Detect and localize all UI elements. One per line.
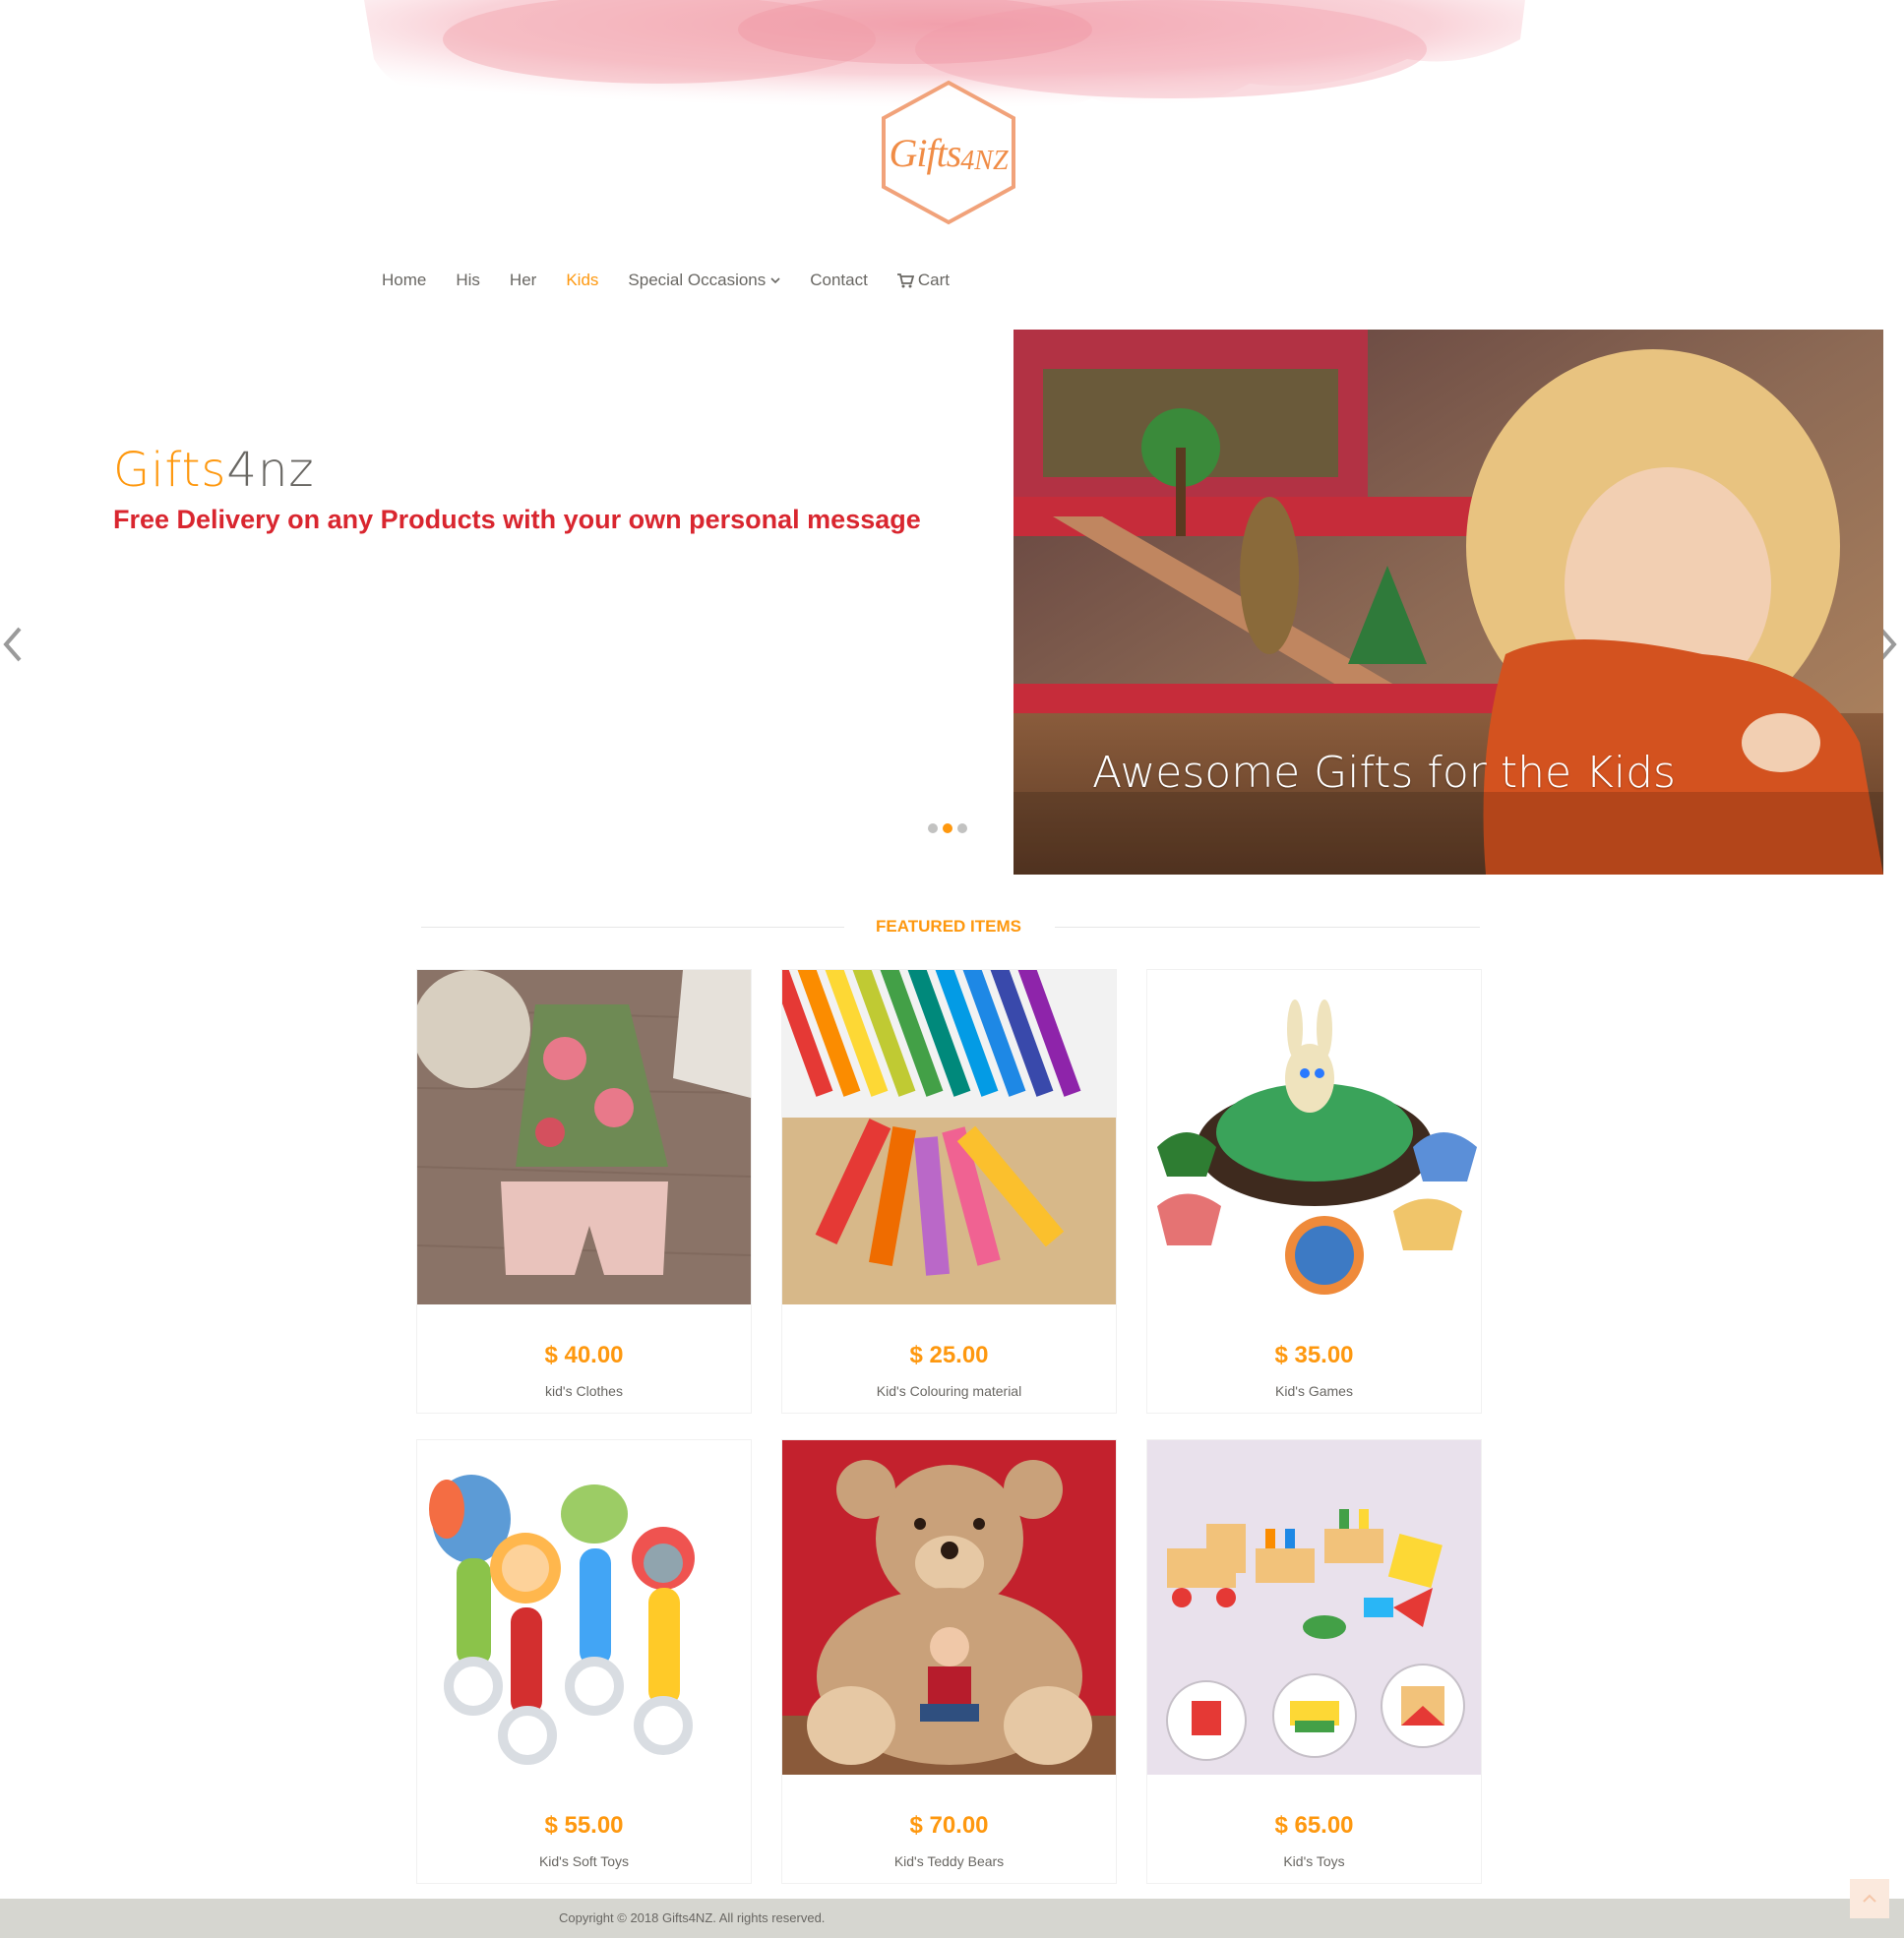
page: Gifts 4NZ Home His Her Kids Special Occa… bbox=[0, 0, 1904, 1938]
slide-tagline: Free Delivery on any Products with your … bbox=[113, 505, 921, 534]
product-price: $ 55.00 bbox=[544, 1812, 624, 1839]
nav-her-label: Her bbox=[509, 271, 537, 289]
featured-divider-right bbox=[1055, 927, 1480, 928]
footer: Copyright © 2018 Gifts4NZ. All rights re… bbox=[0, 1899, 1904, 1938]
slider-dot-2[interactable] bbox=[943, 823, 952, 833]
product-card[interactable]: $ 65.00 Kid's Toys bbox=[1146, 1439, 1482, 1884]
product-info: $ 35.00 Kid's Games bbox=[1147, 1304, 1481, 1413]
nav-special-occasions-label: Special Occasions bbox=[628, 271, 767, 289]
product-card[interactable]: $ 55.00 Kid's Soft Toys bbox=[416, 1439, 752, 1884]
slider-dot-1[interactable] bbox=[928, 823, 938, 833]
brand-part-2: 4nz bbox=[226, 443, 315, 498]
slider-prev-arrow-icon[interactable] bbox=[0, 625, 26, 664]
logo-subtext: 4NZ bbox=[960, 146, 1009, 176]
product-price: $ 65.00 bbox=[1274, 1812, 1354, 1839]
nav-his[interactable]: His bbox=[456, 271, 480, 290]
product-image-kids-clothes bbox=[417, 970, 751, 1304]
scroll-to-top-button[interactable] bbox=[1850, 1879, 1889, 1918]
chevron-down-icon bbox=[770, 277, 780, 284]
logo-text-wrap: Gifts 4NZ bbox=[876, 79, 1021, 226]
nav-cart[interactable]: Cart bbox=[896, 271, 950, 290]
product-info: $ 70.00 Kid's Teddy Bears bbox=[782, 1775, 1116, 1883]
featured-divider-left bbox=[421, 927, 844, 928]
product-image-kids-toys bbox=[1147, 1440, 1481, 1775]
slide-caption: Awesome Gifts for the Kids bbox=[1092, 748, 1676, 798]
nav-contact-label: Contact bbox=[810, 271, 868, 289]
nav-her[interactable]: Her bbox=[510, 271, 536, 290]
product-info: $ 55.00 Kid's Soft Toys bbox=[417, 1775, 751, 1883]
product-card[interactable]: $ 70.00 Kid's Teddy Bears bbox=[781, 1439, 1117, 1884]
product-info: $ 25.00 Kid's Colouring material bbox=[782, 1304, 1116, 1413]
product-name[interactable]: Kid's Teddy Bears bbox=[782, 1853, 1116, 1869]
product-name[interactable]: Kid's Soft Toys bbox=[417, 1853, 751, 1869]
product-card[interactable]: $ 25.00 Kid's Colouring material bbox=[781, 969, 1117, 1414]
product-info: $ 40.00 kid's Clothes bbox=[417, 1304, 751, 1413]
nav-contact[interactable]: Contact bbox=[810, 271, 868, 290]
product-name[interactable]: kid's Clothes bbox=[417, 1383, 751, 1399]
chevron-up-icon bbox=[1863, 1894, 1876, 1903]
product-name[interactable]: Kid's Colouring material bbox=[782, 1383, 1116, 1399]
product-card[interactable]: $ 40.00 kid's Clothes bbox=[416, 969, 752, 1414]
slider-dot-3[interactable] bbox=[957, 823, 967, 833]
product-price: $ 35.00 bbox=[1274, 1342, 1354, 1368]
nav-cart-label: Cart bbox=[917, 271, 950, 289]
nav-kids-label: Kids bbox=[566, 271, 599, 289]
logo-text: Gifts bbox=[889, 130, 961, 175]
product-name[interactable]: Kid's Toys bbox=[1147, 1853, 1481, 1869]
nav-his-label: His bbox=[456, 271, 480, 289]
slider-indicators bbox=[928, 823, 972, 833]
product-price: $ 25.00 bbox=[909, 1342, 989, 1368]
nav-kids[interactable]: Kids bbox=[566, 271, 598, 290]
brand-part-1: Gifts bbox=[113, 443, 227, 498]
product-info: $ 65.00 Kid's Toys bbox=[1147, 1775, 1481, 1883]
slide-image-child-playing: Awesome Gifts for the Kids bbox=[1013, 330, 1883, 875]
cart-icon bbox=[896, 273, 914, 287]
main-nav: Home His Her Kids Special Occasions Cont… bbox=[382, 266, 979, 295]
slide-brand: Gifts4nz bbox=[113, 443, 315, 498]
product-name[interactable]: Kid's Games bbox=[1147, 1383, 1481, 1399]
nav-home-label: Home bbox=[382, 271, 427, 289]
product-image-soft-toys bbox=[417, 1440, 751, 1775]
product-image-colouring-material bbox=[782, 970, 1116, 1304]
hero-slider: Gifts4nz Free Delivery on any Products w… bbox=[0, 330, 1904, 876]
nav-home[interactable]: Home bbox=[382, 271, 426, 290]
site-logo[interactable]: Gifts 4NZ bbox=[876, 79, 1021, 226]
nav-special-occasions[interactable]: Special Occasions bbox=[628, 271, 780, 290]
product-card[interactable]: $ 35.00 Kid's Games bbox=[1146, 969, 1482, 1414]
featured-title: FEATURED ITEMS bbox=[876, 917, 1021, 936]
product-image-teddy-bears bbox=[782, 1440, 1116, 1775]
copyright-text: Copyright © 2018 Gifts4NZ. All rights re… bbox=[559, 1910, 826, 1925]
product-image-kids-games bbox=[1147, 970, 1481, 1304]
product-price: $ 70.00 bbox=[909, 1812, 989, 1839]
product-price: $ 40.00 bbox=[544, 1342, 624, 1368]
